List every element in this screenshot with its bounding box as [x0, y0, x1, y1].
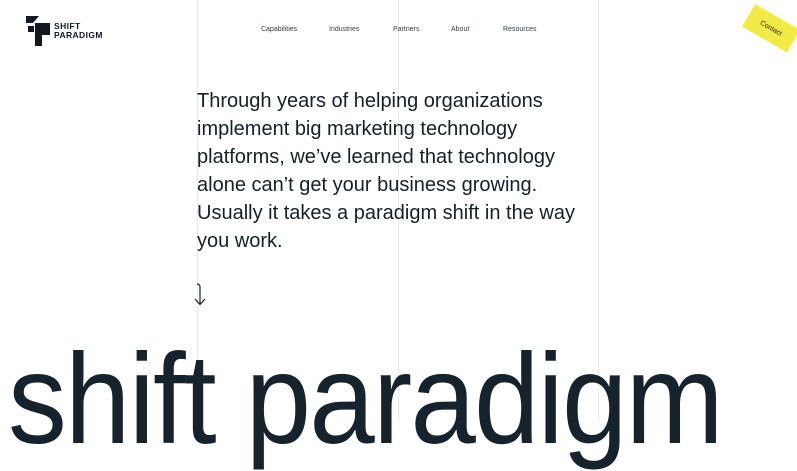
nav-item-resources[interactable]: Resources: [503, 26, 536, 33]
nav-item-capabilities[interactable]: Capabilities: [261, 26, 297, 33]
intro-line: you work.: [197, 230, 283, 252]
intro-text: Through years of helping organizations i…: [197, 87, 597, 255]
hero-wordmark: shift paradigm: [8, 328, 724, 471]
main-nav: Capabilities Industries Partners About R…: [0, 26, 797, 38]
nav-item-about[interactable]: About: [451, 26, 469, 33]
intro-line: Usually it takes a paradigm shift in the…: [197, 202, 575, 224]
intro-line: implement big marketing technology: [197, 118, 518, 140]
intro-line: Through years of helping organizations: [197, 90, 543, 112]
contact-button[interactable]: Contact: [742, 4, 797, 53]
nav-item-partners[interactable]: Partners: [393, 26, 419, 33]
scroll-down-button[interactable]: [193, 283, 207, 312]
nav-item-industries[interactable]: Industries: [329, 26, 359, 33]
intro-line: platforms, we’ve learned that technology: [197, 146, 555, 168]
down-arrow-icon: [194, 283, 206, 306]
intro-line: alone can’t get your business growing.: [197, 174, 538, 196]
